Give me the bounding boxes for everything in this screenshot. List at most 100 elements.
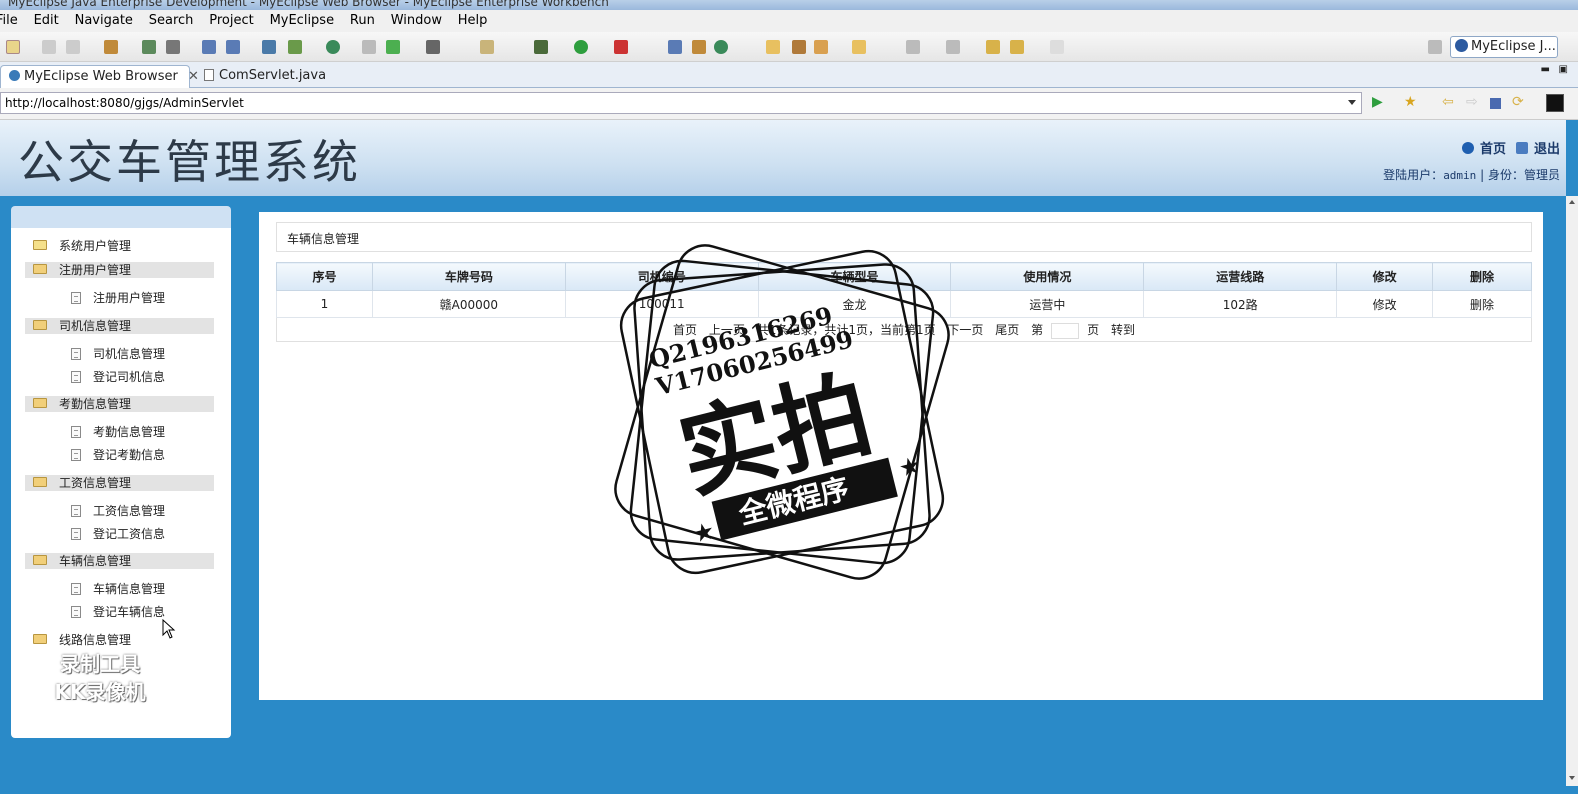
sidebar-item-register-attendance[interactable]: 登记考勤信息: [71, 447, 165, 463]
server-icon[interactable]: [166, 40, 180, 54]
logout-link[interactable]: 退出: [1534, 142, 1560, 157]
sidebar-group-salary[interactable]: 工资信息管理: [25, 475, 214, 491]
item-label: 司机信息管理: [93, 347, 166, 361]
last-page-link[interactable]: 尾页: [995, 323, 1019, 337]
menu-window[interactable]: Window: [385, 10, 448, 28]
sidebar-item-salary[interactable]: 工资信息管理: [71, 503, 165, 519]
group-label: 司机信息管理: [59, 319, 132, 333]
scroll-up-icon[interactable]: [1569, 200, 1575, 204]
bug-icon[interactable]: [534, 40, 548, 54]
sidebar-group-registered-users[interactable]: 注册用户管理: [25, 262, 214, 278]
sidebar-item-drivers[interactable]: 司机信息管理: [71, 346, 165, 362]
go-link[interactable]: 转到: [1111, 323, 1135, 337]
sidebar-group-attendance[interactable]: 考勤信息管理: [25, 396, 214, 412]
camera-icon[interactable]: [426, 40, 440, 54]
refresh-icon[interactable]: ⟳: [1512, 94, 1524, 110]
cell-plate: 赣A00000: [371, 290, 566, 318]
stop-icon[interactable]: [1490, 98, 1501, 109]
address-bar: ▶ ★ ⇦ ⇨ ⟳: [0, 88, 1578, 120]
forward-icon[interactable]: [1050, 40, 1064, 54]
globe-icon[interactable]: [326, 40, 340, 54]
go-icon[interactable]: ▶: [1372, 94, 1383, 110]
run-icon[interactable]: [574, 40, 588, 54]
tab-web-browser[interactable]: MyEclipse Web Browser ✕: [0, 65, 199, 88]
recorder-line-2: KK录像机: [54, 680, 146, 704]
page-number-input[interactable]: [1051, 322, 1080, 339]
add-icon[interactable]: [386, 40, 400, 54]
hierarchy-icon[interactable]: [668, 40, 682, 54]
page-suffix: 页: [1087, 323, 1100, 337]
menu-help[interactable]: Help: [452, 10, 494, 28]
new-icon[interactable]: [6, 40, 20, 54]
sidebar-item-register-salary[interactable]: 登记工资信息: [71, 526, 165, 542]
col-header: 运营线路: [1143, 262, 1338, 291]
menu-run[interactable]: Run: [344, 10, 381, 28]
sidebar-group-system-users[interactable]: 系统用户管理: [25, 238, 214, 254]
sidebar-item-attendance[interactable]: 考勤信息管理: [71, 424, 165, 440]
window-titlebar: MyEclipse Java Enterprise Development - …: [0, 0, 1578, 10]
url-input[interactable]: [0, 92, 1362, 114]
save-icon[interactable]: [42, 40, 56, 54]
folder-icon: [33, 264, 47, 274]
web-icon[interactable]: [262, 40, 276, 54]
col-header: 车牌号码: [371, 262, 566, 291]
menu-project[interactable]: Project: [203, 10, 259, 28]
vertical-scrollbar[interactable]: [1566, 196, 1578, 786]
document-icon: [71, 426, 81, 438]
last-edit-icon[interactable]: [986, 40, 1000, 54]
menu-edit[interactable]: Edit: [28, 10, 65, 28]
wizard-icon[interactable]: [480, 40, 494, 54]
open-icon[interactable]: [362, 40, 376, 54]
cell-status: 运营中: [950, 290, 1145, 318]
menu-navigate[interactable]: Navigate: [69, 10, 139, 28]
edit-link[interactable]: 修改: [1336, 290, 1434, 318]
folder-icon: [33, 398, 47, 408]
minimize-icon[interactable]: ▬: [1541, 64, 1550, 75]
document-icon: [71, 606, 81, 618]
group-label: 工资信息管理: [59, 476, 132, 490]
delete-link[interactable]: 删除: [1432, 290, 1532, 318]
pin-icon[interactable]: [792, 40, 806, 54]
launch-icon[interactable]: [288, 40, 302, 54]
cell-index: 1: [276, 290, 373, 318]
debug-icon[interactable]: [142, 40, 156, 54]
sidebar-item-registered-users[interactable]: 注册用户管理: [71, 290, 165, 306]
class-icon[interactable]: [692, 40, 706, 54]
menu-file[interactable]: File: [0, 10, 24, 28]
user-info: 登陆用户：admin | 身份：管理员: [1383, 166, 1560, 183]
forward-icon[interactable]: ⇨: [1466, 94, 1478, 110]
document-icon: [71, 292, 81, 304]
menu-myeclipse[interactable]: MyEclipse: [264, 10, 341, 28]
perspective-switcher[interactable]: MyEclipse J...: [1450, 36, 1558, 58]
sidebar-item-register-vehicle[interactable]: 登记车辆信息: [71, 604, 165, 620]
sidebar-group-drivers[interactable]: 司机信息管理: [25, 318, 214, 334]
menu-search[interactable]: Search: [143, 10, 200, 28]
menu-bar: File Edit Navigate Search Project MyEcli…: [0, 10, 1578, 32]
favorites-icon[interactable]: ★: [1404, 94, 1417, 110]
scroll-down-icon[interactable]: [1569, 776, 1575, 780]
external-tools-icon[interactable]: [614, 40, 628, 54]
package-icon[interactable]: [104, 40, 118, 54]
dark-square-icon[interactable]: [1546, 94, 1564, 112]
undeploy-icon[interactable]: [226, 40, 240, 54]
sidebar-item-register-driver[interactable]: 登记司机信息: [71, 369, 165, 385]
sidebar-item-vehicles[interactable]: 车辆信息管理: [71, 581, 165, 597]
book-icon[interactable]: [814, 40, 828, 54]
home-link[interactable]: 首页: [1480, 142, 1506, 157]
next-annotation-icon[interactable]: [906, 40, 920, 54]
back-icon[interactable]: [1010, 40, 1024, 54]
folder-open-icon[interactable]: [766, 40, 780, 54]
print-icon[interactable]: [66, 40, 80, 54]
folder-icon[interactable]: [852, 40, 866, 54]
sidebar-group-vehicles[interactable]: 车辆信息管理: [25, 553, 214, 569]
open-perspective-icon[interactable]: [1428, 40, 1442, 54]
item-label: 登记车辆信息: [93, 605, 166, 619]
deploy-icon[interactable]: [202, 40, 216, 54]
sidebar-group-routes[interactable]: 线路信息管理: [25, 632, 214, 648]
maximize-icon[interactable]: ▣: [1559, 64, 1568, 75]
tab-comservlet[interactable]: ComServlet.java: [196, 65, 334, 88]
refresh-icon[interactable]: [714, 40, 728, 54]
chevron-down-icon[interactable]: [1348, 100, 1356, 105]
back-icon[interactable]: ⇦: [1442, 94, 1454, 110]
prev-annotation-icon[interactable]: [946, 40, 960, 54]
